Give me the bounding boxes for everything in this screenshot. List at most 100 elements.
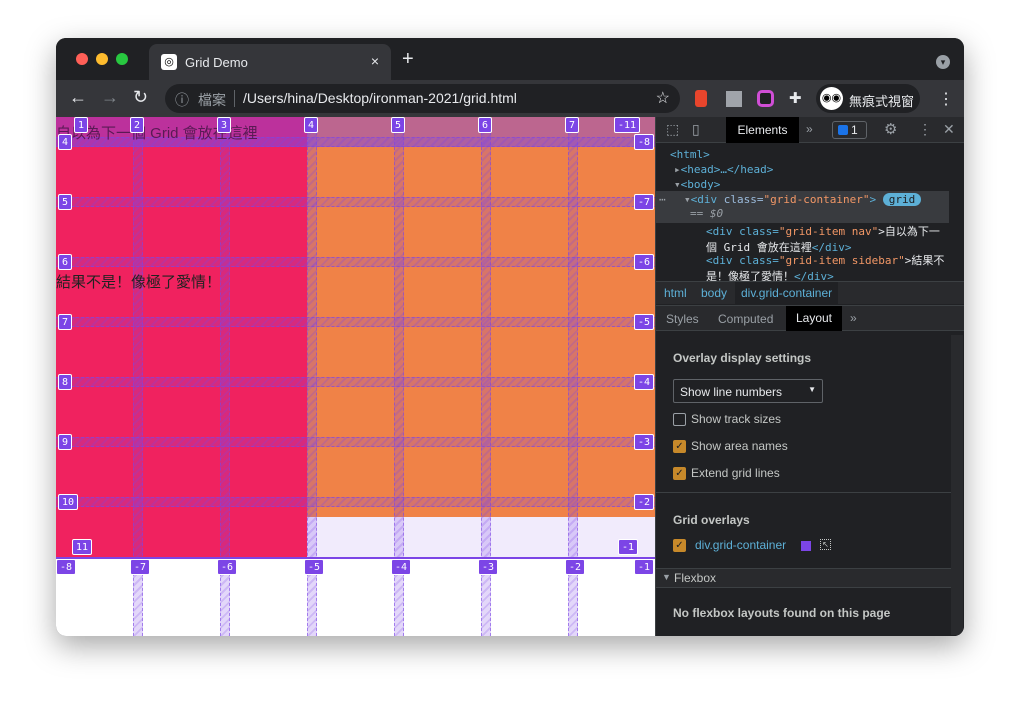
show-track-sizes-label: Show track sizes (691, 412, 782, 426)
star-icon[interactable]: ☆ (656, 88, 670, 108)
grid-line-number: -6 (634, 254, 655, 270)
close-window-button[interactable] (76, 53, 88, 65)
address-label: 檔案 (198, 92, 226, 108)
url-text[interactable]: /Users/hina/Desktop/ironman-2021/grid.ht… (243, 90, 517, 106)
nav-grid-item (56, 117, 307, 557)
row-gap-band (56, 377, 655, 387)
extend-grid-lines-checkbox[interactable]: ✓ (673, 467, 686, 480)
breadcrumb-body[interactable]: body (701, 286, 727, 300)
grid-overlay-element-link[interactable]: div.grid-container (695, 538, 786, 552)
devtools-tabbar: ⬚ ▯ Elements » 1 ⚙ ⋮ ✕ (656, 117, 964, 143)
highlight-element-icon[interactable]: ↖ (820, 539, 831, 550)
grid-line-number: -1 (634, 559, 655, 575)
incognito-icon: ◉◉ (820, 87, 843, 110)
tab-styles[interactable]: Styles (666, 312, 699, 326)
row-gap-band (56, 197, 655, 207)
devtools-panel: ⬚ ▯ Elements » 1 ⚙ ⋮ ✕ <html> ▸<head>…</… (655, 117, 964, 636)
grid-line-number: 7 (58, 314, 73, 330)
forward-icon[interactable]: → (101, 87, 119, 108)
dom-head[interactable]: ▸<head>…</head> (674, 163, 773, 176)
settings-gear-icon[interactable]: ⚙ (884, 120, 897, 138)
grid-line-number: 5 (391, 117, 406, 133)
tab-computed[interactable]: Computed (718, 312, 773, 326)
extension-gray-icon[interactable] (726, 91, 742, 107)
grid-line-number: 6 (58, 254, 73, 270)
close-tab-icon[interactable]: × (371, 53, 379, 69)
show-track-sizes-checkbox[interactable] (673, 413, 686, 426)
info-icon[interactable]: ⓘ (175, 90, 189, 110)
incognito-profile-button[interactable]: ◉◉ 無痕式視窗 (816, 84, 920, 113)
tab-grid-demo[interactable]: ◎ Grid Demo × (149, 44, 391, 80)
grid-line-number: 7 (565, 117, 580, 133)
grid-line-number: 1 (74, 117, 89, 133)
line-numbers-select[interactable]: Show line numbers ▼ (673, 379, 823, 403)
grid-line-number: 2 (130, 117, 145, 133)
row-gap-band (56, 317, 655, 327)
grid-line-number: -2 (565, 559, 586, 575)
grid-line-number: 4 (304, 117, 319, 133)
grid-badge[interactable]: grid (882, 193, 922, 206)
divider (656, 492, 951, 493)
extension-lighthouse-icon[interactable] (695, 90, 707, 107)
dropdown-icon: ▼ (808, 385, 816, 394)
back-icon[interactable]: ← (69, 87, 87, 108)
grid-line-number: 5 (58, 194, 73, 210)
inspect-icon[interactable]: ⬚ (666, 121, 679, 138)
dom-html[interactable]: <html> (670, 148, 710, 161)
favicon-icon: ◎ (161, 54, 177, 70)
issues-icon (838, 125, 848, 135)
grid-line-number: -5 (304, 559, 325, 575)
grid-line-number: 11 (72, 539, 93, 555)
grid-line-number: -7 (130, 559, 151, 575)
grid-line-number: -5 (634, 314, 655, 330)
flexbox-section-header[interactable]: ▼ Flexbox (656, 568, 951, 588)
new-tab-button[interactable]: + (402, 48, 414, 71)
show-area-names-checkbox[interactable]: ✓ (673, 440, 686, 453)
grid-line-number: -11 (614, 117, 641, 133)
breadcrumb-html[interactable]: html (664, 286, 687, 300)
grid-line-number: 9 (58, 434, 73, 450)
grid-line-number: -4 (634, 374, 655, 390)
tab-elements[interactable]: Elements (726, 117, 799, 143)
minimize-window-button[interactable] (96, 53, 108, 65)
dom-selected-row[interactable]: ⋯ ▾<div class="grid-container"> grid == … (656, 191, 949, 223)
grid-overlays-title: Grid overlays (673, 513, 750, 527)
toolbar: ← → ↻ ⓘ 檔案 /Users/hina/Desktop/ironman-2… (56, 80, 964, 117)
more-tabs-icon[interactable]: » (806, 122, 813, 136)
flexbox-title: Flexbox (674, 571, 717, 585)
more-options-icon[interactable]: ⋮ (918, 121, 932, 138)
breadcrumb-grid-container[interactable]: div.grid-container (735, 282, 839, 305)
grid-line-number: -1 (618, 539, 639, 555)
more-icon[interactable]: ⋮ (938, 89, 954, 109)
sidebar-tabs: Styles Computed Layout » (656, 305, 964, 331)
extension-icon[interactable]: ✚ (789, 89, 802, 107)
grid-overlay-checkbox[interactable]: ✓ (673, 539, 686, 552)
grid-line-number: -2 (634, 494, 655, 510)
overlay-color-swatch[interactable] (801, 541, 811, 551)
dom-sidebar-item[interactable]: <div class="grid-item sidebar">結果不 是！像極了愛… (706, 252, 944, 284)
page-viewport: 自以為下一個 Grid 會放在這裡 結果不是！像極了愛情！ 1 2 3 4 5 6 7 -11… (56, 117, 655, 636)
issues-button[interactable]: 1 (832, 121, 867, 139)
breadcrumb: html body div.grid-container (656, 281, 964, 305)
more-subtabs-icon[interactable]: » (850, 311, 857, 325)
grid-line-number: -7 (634, 194, 655, 210)
reload-icon[interactable]: ↻ (133, 87, 148, 108)
tab-title: Grid Demo (185, 55, 248, 70)
issues-count: 1 (851, 123, 858, 137)
tab-search-icon[interactable]: ▾ (936, 55, 950, 69)
grid-line-number: 10 (58, 494, 79, 510)
dom-nav-item[interactable]: <div class="grid-item nav">自以為下一個 Grid 會… (706, 223, 940, 255)
device-toolbar-icon[interactable]: ▯ (692, 121, 700, 138)
row-gap-band (56, 437, 655, 447)
maximize-window-button[interactable] (116, 53, 128, 65)
row-gap-band (56, 257, 655, 267)
extension-color-icon[interactable] (757, 90, 774, 107)
show-area-names-label: Show area names (691, 439, 788, 453)
address-bar[interactable]: ⓘ 檔案 /Users/hina/Desktop/ironman-2021/gr… (165, 84, 680, 113)
close-devtools-icon[interactable]: ✕ (943, 121, 955, 138)
tab-bar: ◎ Grid Demo × + ▾ (56, 38, 964, 80)
tab-layout[interactable]: Layout (786, 306, 842, 331)
scrollbar[interactable] (951, 335, 963, 635)
grid-line-number: -8 (634, 134, 655, 150)
dom-body[interactable]: ▾<body> (674, 178, 720, 191)
